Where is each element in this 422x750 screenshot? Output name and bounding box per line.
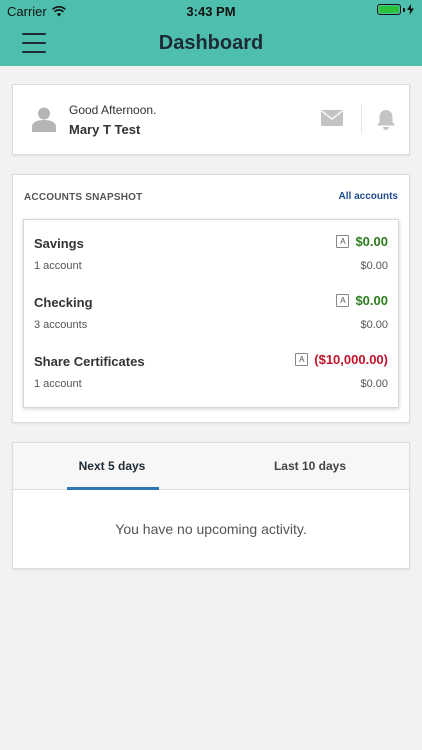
header-divider	[361, 105, 362, 133]
battery-icon	[377, 4, 401, 15]
mail-icon[interactable]	[321, 110, 343, 126]
account-sub-balance: $0.00	[360, 260, 388, 272]
snapshot-title: ACCOUNTS SNAPSHOT	[24, 192, 143, 203]
account-row-savings[interactable]: Savings 1 account A $0.00 $0.00	[24, 220, 398, 279]
account-row-share-certificates[interactable]: Share Certificates 1 account A ($10,000.…	[24, 338, 398, 397]
notification-bell-icon[interactable]	[376, 109, 396, 131]
tab-next-5-days[interactable]: Next 5 days	[13, 443, 211, 490]
empty-activity-message: You have no upcoming activity.	[115, 521, 307, 537]
status-time: 3:43 PM	[186, 4, 236, 19]
account-row-checking[interactable]: Checking 3 accounts A $0.00 $0.00	[24, 279, 398, 338]
account-count: 1 account	[34, 378, 82, 390]
greeting-text: Good Afternoon.	[69, 103, 157, 117]
app-header: Carrier 3:43 PM Dashboard	[0, 0, 422, 66]
activity-tabs: Next 5 days Last 10 days	[13, 443, 409, 490]
account-count: 3 accounts	[34, 319, 88, 331]
account-count: 1 account	[34, 260, 82, 272]
activity-card: Next 5 days Last 10 days You have no upc…	[12, 442, 410, 569]
account-name: Checking	[34, 295, 93, 310]
member-name: Mary T Test	[69, 122, 141, 137]
accounts-list: Savings 1 account A $0.00 $0.00 Checking…	[23, 219, 399, 408]
tab-last-10-days[interactable]: Last 10 days	[211, 443, 409, 490]
user-avatar-icon	[32, 107, 56, 132]
account-sub-balance: $0.00	[360, 319, 388, 331]
greeting-card: Good Afternoon. Mary T Test	[12, 84, 410, 155]
accounts-snapshot-card: ACCOUNTS SNAPSHOT All accounts Savings 1…	[12, 174, 410, 423]
account-balance: $0.00	[355, 293, 388, 308]
account-name: Share Certificates	[34, 354, 145, 369]
all-accounts-link[interactable]: All accounts	[339, 191, 398, 202]
account-sub-balance: $0.00	[360, 378, 388, 390]
account-type-icon: A	[336, 294, 350, 307]
account-balance: $0.00	[355, 234, 388, 249]
account-type-icon: A	[336, 235, 350, 248]
account-type-icon: A	[295, 353, 309, 366]
account-name: Savings	[34, 236, 84, 251]
battery-indicator	[377, 4, 414, 15]
status-bar: Carrier 3:43 PM	[0, 0, 422, 22]
page-title: Dashboard	[158, 32, 264, 54]
active-tab-indicator	[67, 487, 159, 490]
account-balance: ($10,000.00)	[314, 352, 388, 367]
charging-icon	[407, 4, 414, 15]
